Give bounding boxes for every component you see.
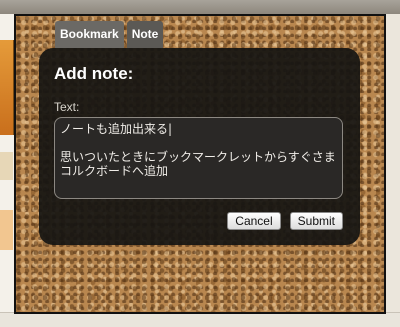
add-note-dialog: Add note: Text: Cancel Submit	[39, 48, 360, 245]
cancel-button[interactable]: Cancel	[227, 212, 281, 230]
text-field-label: Text:	[54, 100, 80, 114]
background-bottom-bar	[0, 312, 400, 327]
background-left-panel	[0, 210, 13, 250]
note-text-input[interactable]	[54, 117, 343, 199]
background-left-banner	[0, 40, 14, 135]
tab-bookmark[interactable]: Bookmark	[55, 21, 124, 48]
background-left-panel	[0, 152, 13, 180]
tab-note[interactable]: Note	[126, 21, 164, 48]
dialog-buttons: Cancel Submit	[227, 212, 343, 230]
submit-button[interactable]: Submit	[289, 212, 343, 230]
dialog-title: Add note:	[54, 64, 134, 83]
background-top-bar	[0, 0, 400, 14]
tab-bar: Bookmark Note	[55, 21, 164, 48]
background-right-column	[386, 14, 400, 327]
